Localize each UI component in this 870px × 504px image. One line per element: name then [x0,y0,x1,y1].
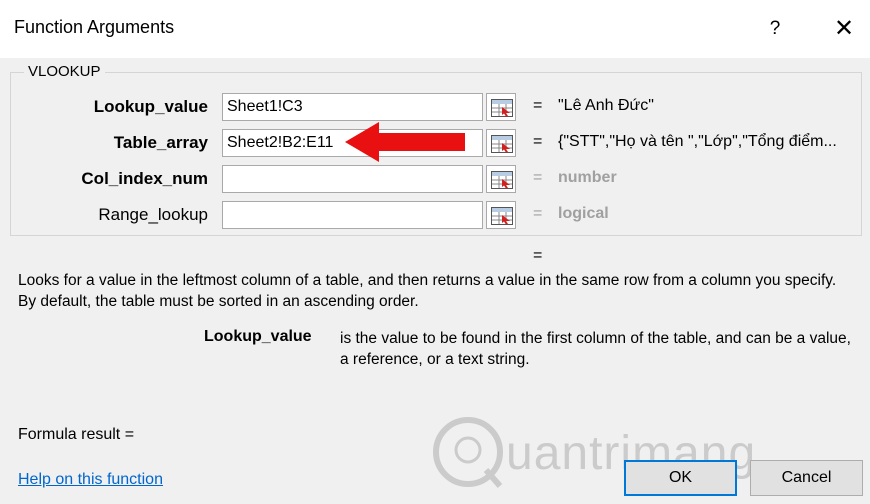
range-select-icon [491,135,513,153]
help-icon[interactable]: ? [760,12,790,46]
range-lookup-range-button[interactable] [486,201,516,229]
arg-result-range-lookup: logical [558,205,609,222]
close-icon[interactable]: ✕ [826,12,862,46]
arg-result-lookup-value: "Lê Anh Đức" [558,97,654,114]
lookup-value-input[interactable] [222,93,483,121]
arg-description-text: is the value to be found in the first co… [340,330,851,368]
range-select-icon [491,99,513,117]
help-on-function-link[interactable]: Help on this function [18,471,163,489]
ok-button[interactable]: OK [624,460,737,496]
range-select-icon [491,207,513,225]
arg-label-range-lookup: Range_lookup [98,205,208,224]
col-index-num-input[interactable] [222,165,483,193]
arg-label-lookup-value: Lookup_value [93,97,208,116]
arg-equals: = [533,97,543,114]
title-bar: Function Arguments ? ✕ [0,0,870,58]
arg-equals: = [533,205,543,222]
lookup-value-range-button[interactable] [486,93,516,121]
table-array-range-button[interactable] [486,129,516,157]
arg-result-table-array: {"STT","Họ và tên ","Lớp","Tổng điểm... [558,133,837,150]
arg-label-table-array: Table_array [113,133,208,152]
col-index-num-range-button[interactable] [486,165,516,193]
arg-equals: = [533,133,543,150]
range-select-icon [491,171,513,189]
cancel-button[interactable]: Cancel [750,460,863,496]
function-description: Looks for a value in the leftmost column… [18,272,837,310]
formula-result-label: Formula result = [18,426,135,443]
dialog-title: Function Arguments [14,17,175,37]
watermark-logo-icon [433,417,503,488]
overall-result-equals: = [533,247,543,264]
arg-result-col-index-num: number [558,169,617,186]
red-arrow-icon [345,122,465,162]
function-name-label: VLOOKUP [24,63,105,80]
range-lookup-input[interactable] [222,201,483,229]
arg-equals: = [533,169,543,186]
arg-description-name: Lookup_value [204,328,312,345]
arg-label-col-index-num: Col_index_num [81,169,208,188]
